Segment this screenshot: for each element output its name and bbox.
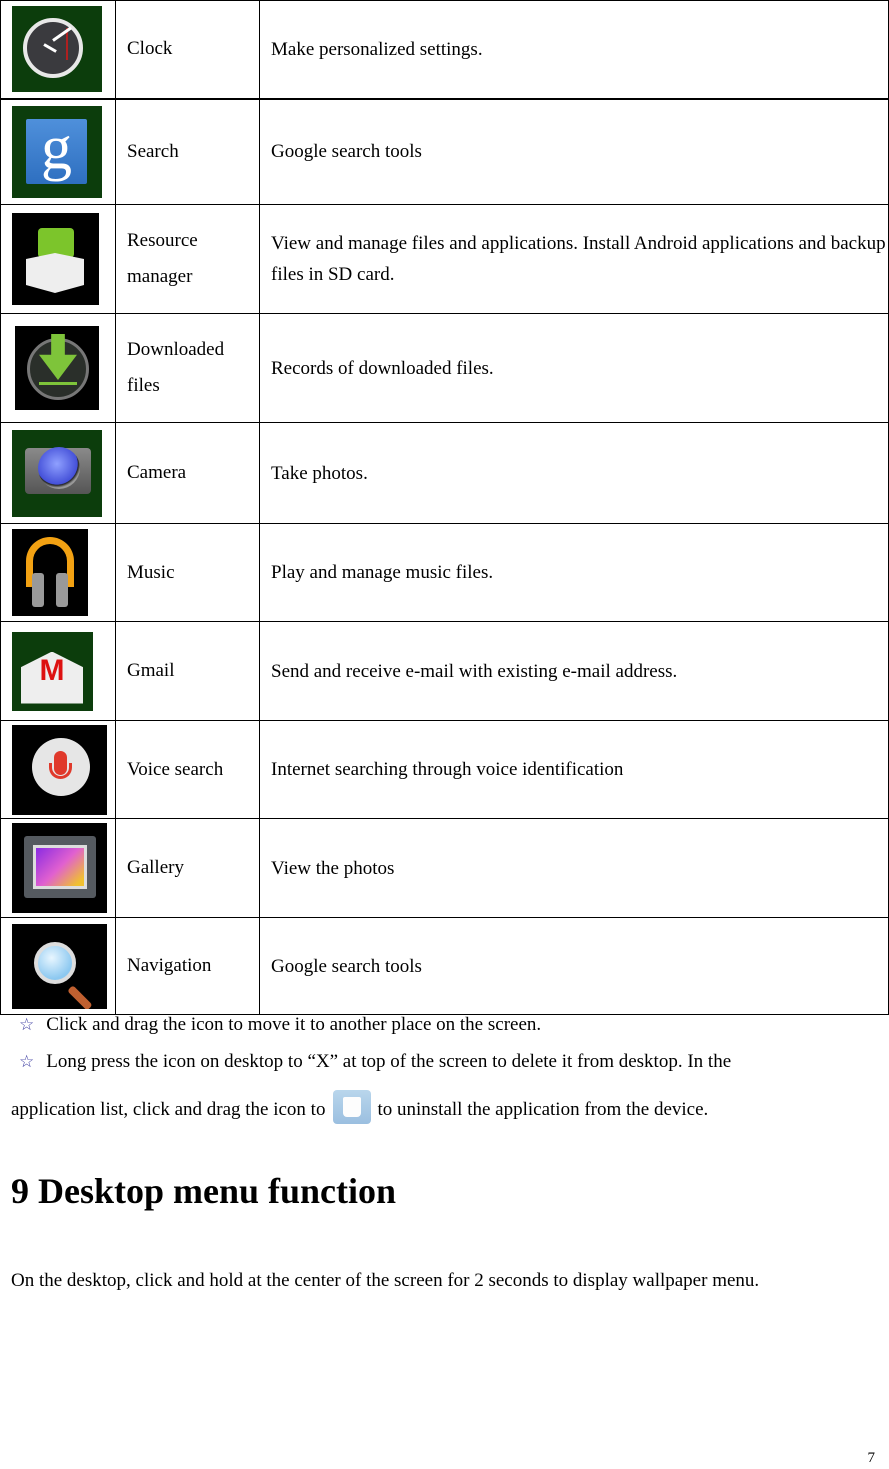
gmail-icon: M bbox=[12, 631, 93, 711]
app-description: Internet searching through voice identif… bbox=[259, 720, 889, 819]
magnifier-icon bbox=[12, 923, 107, 1009]
app-description: Play and manage music files. bbox=[259, 523, 889, 622]
table-row: M Gmail Send and receive e-mail with exi… bbox=[0, 621, 889, 721]
table-row: g Search Google search tools bbox=[0, 98, 889, 205]
note-text: Long press the icon on desktop to “X” at… bbox=[46, 1051, 732, 1072]
app-name: Search bbox=[115, 98, 260, 205]
app-name: Music bbox=[115, 523, 260, 622]
note-uninstall: application list, click and drag the ico… bbox=[11, 1090, 708, 1124]
gallery-icon bbox=[12, 823, 107, 913]
table-row: Gallery View the photos bbox=[0, 818, 889, 918]
app-name: Downloaded files bbox=[115, 313, 260, 423]
app-description: Take photos. bbox=[259, 422, 889, 524]
note-drag: ☆ Click and drag the icon to move it to a… bbox=[19, 1014, 541, 1036]
trash-icon bbox=[333, 1090, 372, 1124]
download-icon bbox=[15, 326, 99, 410]
table-row: Clock Make personalized settings. bbox=[0, 0, 889, 100]
app-name: Resource manager bbox=[115, 204, 260, 314]
section-paragraph: On the desktop, click and hold at the ce… bbox=[11, 1270, 760, 1291]
app-name: Navigation bbox=[115, 917, 260, 1015]
section-heading: 9 Desktop menu function bbox=[11, 1171, 397, 1211]
app-description: View and manage files and applications. … bbox=[259, 204, 889, 314]
note-text: application list, click and drag the ico… bbox=[11, 1099, 326, 1120]
app-name: Clock bbox=[115, 0, 260, 100]
note-delete: ☆ Long press the icon on desktop to “X” a… bbox=[19, 1051, 731, 1073]
note-text: Click and drag the icon to move it to an… bbox=[46, 1014, 542, 1035]
microphone-icon bbox=[12, 724, 107, 815]
app-description: Records of downloaded files. bbox=[259, 313, 889, 423]
app-description: Send and receive e-mail with existing e-… bbox=[259, 621, 889, 721]
table-row: Navigation Google search tools bbox=[0, 917, 889, 1015]
google-search-icon: g bbox=[12, 105, 102, 198]
star-bullet-icon: ☆ bbox=[19, 1052, 35, 1072]
star-bullet-icon: ☆ bbox=[19, 1015, 35, 1035]
clock-icon bbox=[12, 6, 102, 93]
app-name: Gallery bbox=[115, 818, 260, 918]
table-row: Voice search Internet searching through … bbox=[0, 720, 889, 819]
note-text: to uninstall the application from the de… bbox=[377, 1099, 709, 1120]
table-row: Music Play and manage music files. bbox=[0, 523, 889, 622]
table-row: Camera Take photos. bbox=[0, 422, 889, 524]
app-name: Voice search bbox=[115, 720, 260, 819]
table-row: Resource manager View and manage files a… bbox=[0, 204, 889, 314]
camera-icon bbox=[12, 429, 102, 517]
app-description: Google search tools bbox=[259, 917, 889, 1015]
table-row: Downloaded files Records of downloaded f… bbox=[0, 313, 889, 423]
app-name: Camera bbox=[115, 422, 260, 524]
app-name: Gmail bbox=[115, 621, 260, 721]
app-description: Make personalized settings. bbox=[259, 0, 889, 100]
apps-table: Clock Make personalized settings. g Sear… bbox=[0, 0, 889, 1015]
headphones-icon bbox=[12, 529, 88, 616]
page-number: 7 bbox=[867, 1450, 876, 1466]
resource-manager-icon bbox=[12, 213, 99, 305]
app-description: Google search tools bbox=[259, 98, 889, 205]
app-description: View the photos bbox=[259, 818, 889, 918]
